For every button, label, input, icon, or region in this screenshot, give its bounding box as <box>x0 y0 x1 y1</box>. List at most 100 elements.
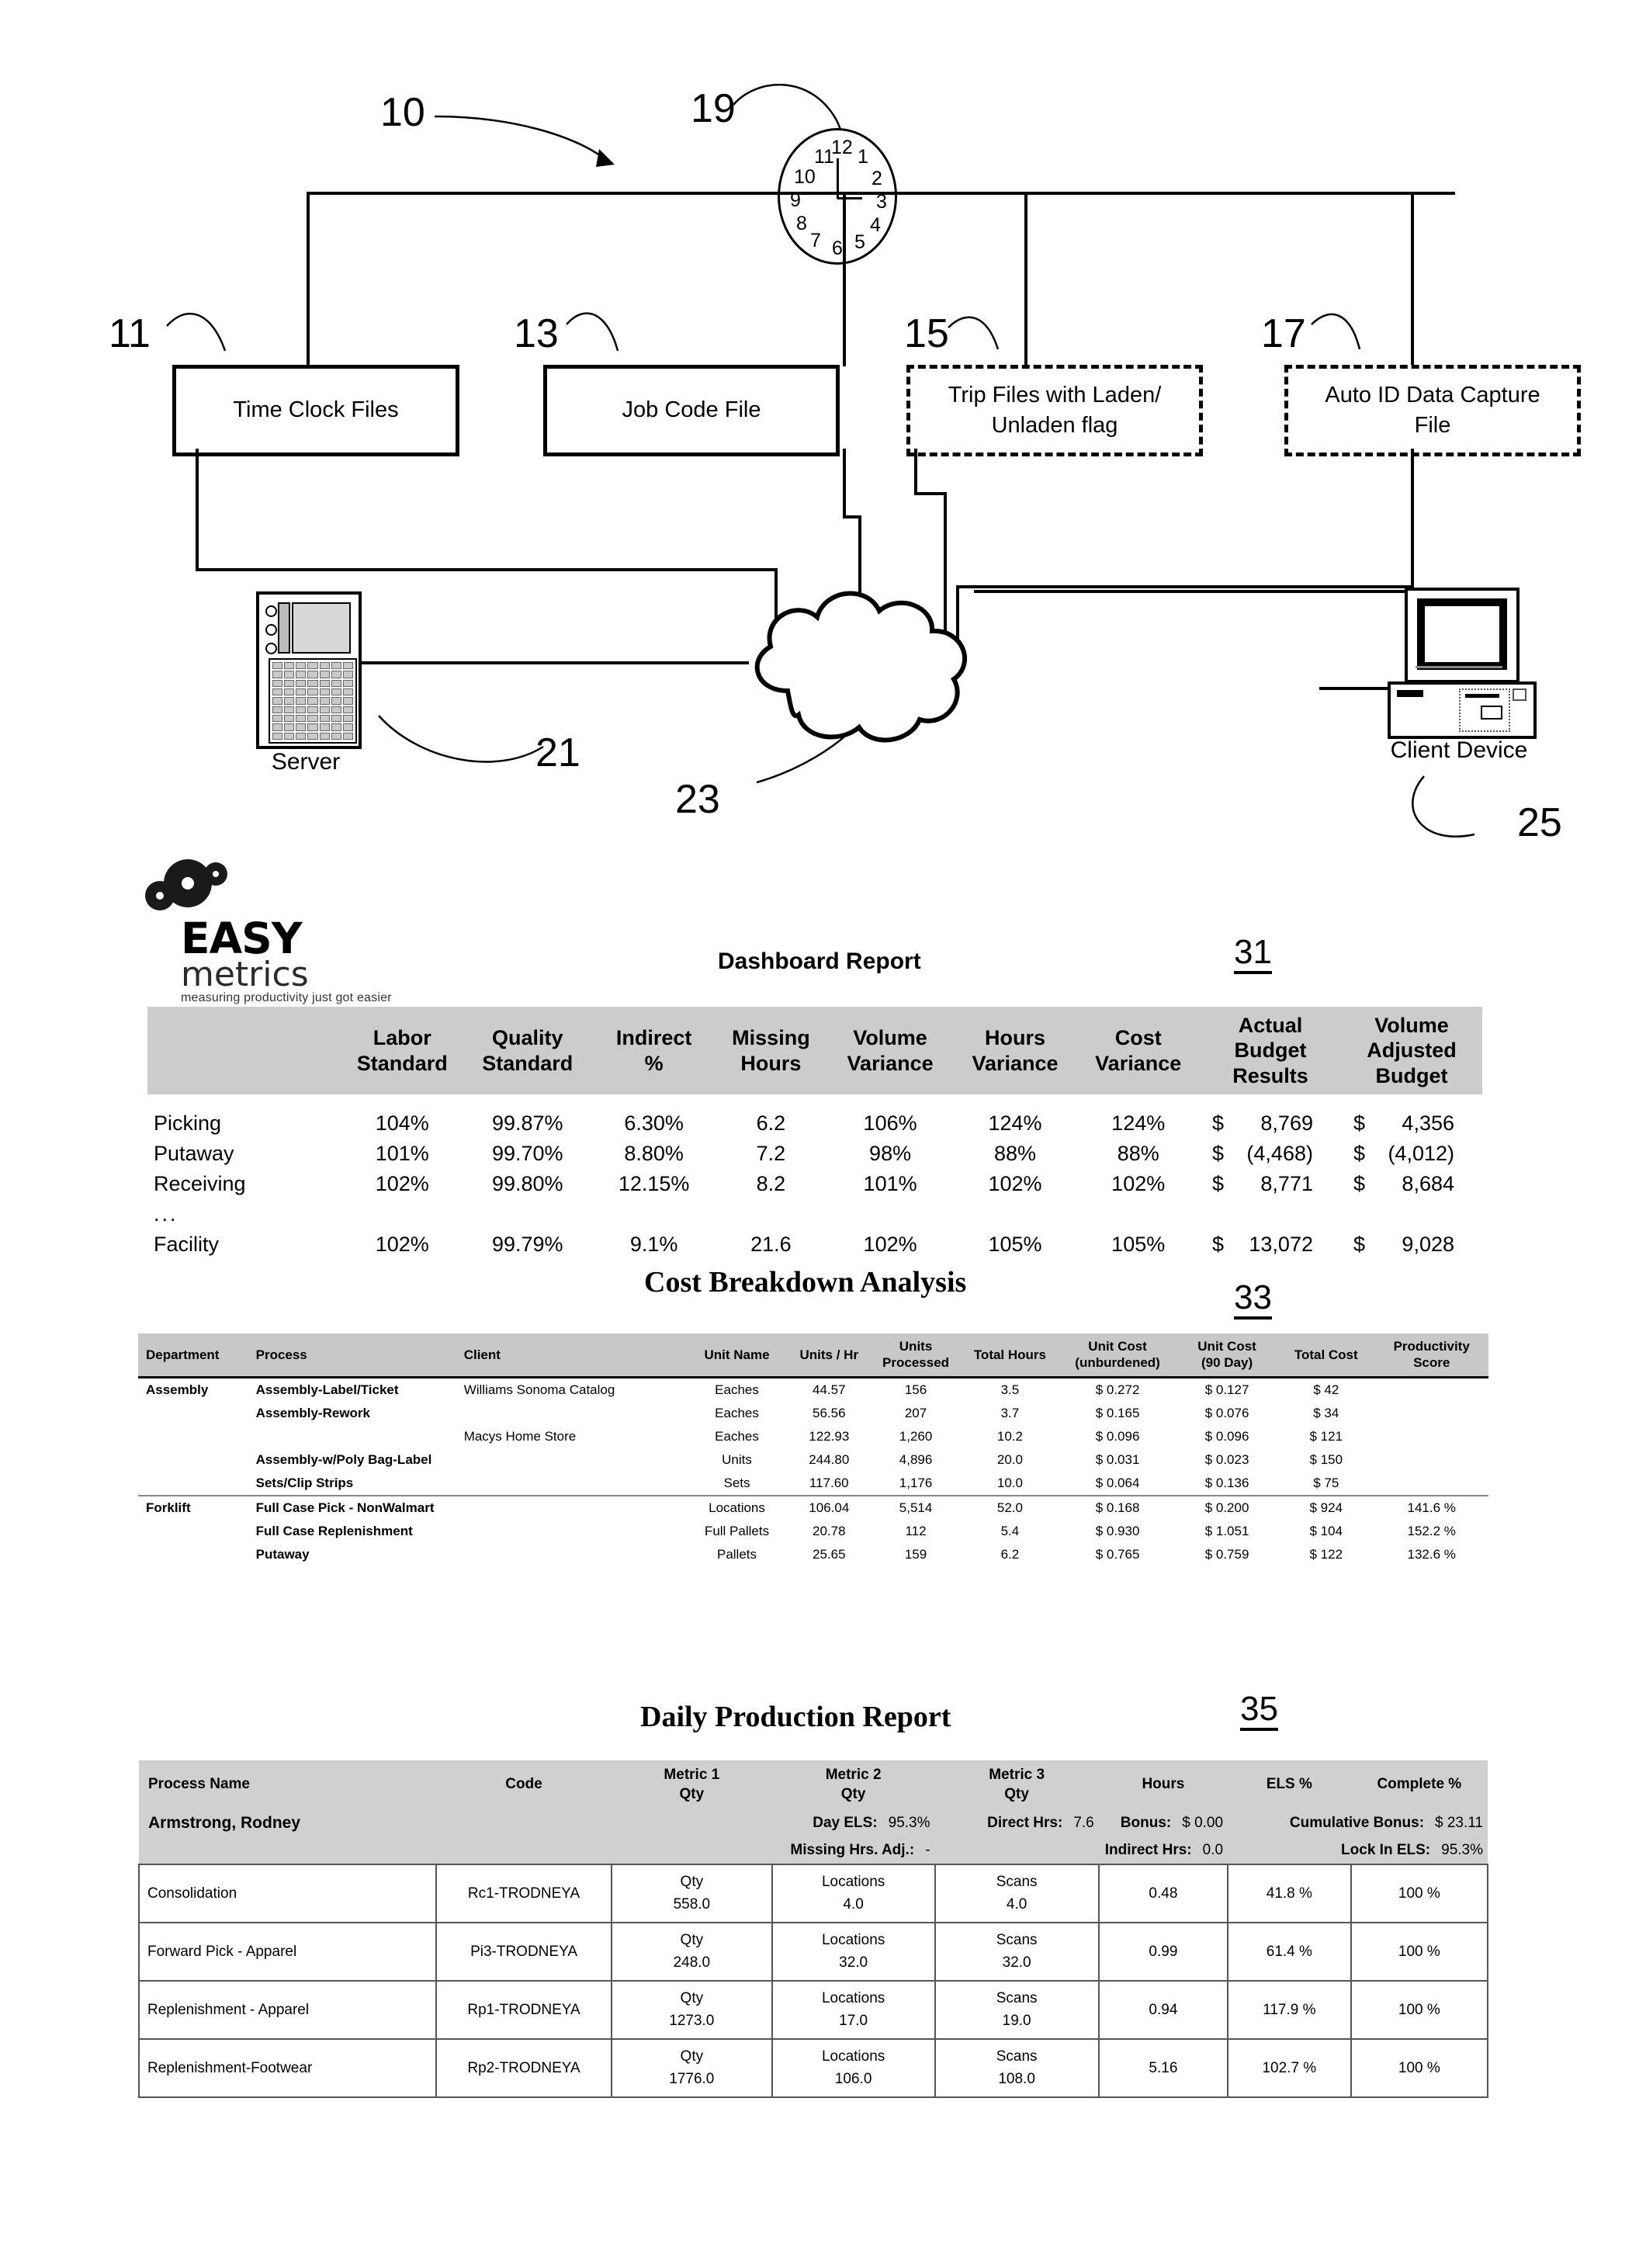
route-trip-right <box>914 492 947 495</box>
server-drive <box>272 714 283 723</box>
daily-production-table: Process Name Code Metric 1 Qty Metric 2 Qt… <box>137 1760 1489 2099</box>
dash-cell-missing: 8.2 <box>756 1172 786 1196</box>
dash-cell-currency-2: $ <box>1353 1172 1366 1196</box>
server-drive <box>319 706 330 713</box>
server-drive <box>319 732 330 740</box>
daily-cell-complete: 100 % <box>1350 1864 1489 1924</box>
dashboard-table-body: Picking 104% 99.87% 6.30% 6.2 106% 124% … <box>147 1094 1482 1260</box>
cost-cell-client <box>461 1472 686 1496</box>
server-drive <box>307 732 318 740</box>
ref-numeral-19: 19 <box>691 86 736 131</box>
day-els-label: Day ELS: <box>813 1815 878 1832</box>
server-drive-grid <box>269 658 357 744</box>
dash-cell-adjusted: (4,012) <box>1388 1142 1454 1166</box>
cost-cell-client <box>461 1448 686 1472</box>
server-drive <box>342 714 353 723</box>
daily-cell-code: Pi3-TRODNEYA <box>435 1922 612 1982</box>
server-drive <box>342 706 353 713</box>
clock-numeral-10: 10 <box>794 166 816 188</box>
cost-cell-uph: 20.78 <box>813 1523 846 1538</box>
server-drive <box>296 679 307 687</box>
box-job-code-file-label: Job Code File <box>622 397 761 423</box>
cost-cell-department <box>138 1425 253 1448</box>
clock-numeral-12: 12 <box>831 137 853 158</box>
dash-cell-currency-1: $ <box>1212 1233 1225 1257</box>
logo-gears-icon <box>144 858 400 918</box>
cost-breakdown-title: Cost Breakdown Analysis <box>644 1266 967 1299</box>
cost-cell-hours: 52.0 <box>996 1500 1023 1515</box>
dash-cell-currency-1: $ <box>1212 1111 1225 1136</box>
dash-cell-volvar: 106% <box>863 1111 917 1136</box>
server-drive <box>284 732 295 740</box>
cost-table-head: Department Process Client Unit Name Unit… <box>138 1333 1488 1377</box>
dash-cell-labor: 104% <box>375 1111 429 1136</box>
cost-col-unit-name: Unit Name <box>685 1333 788 1377</box>
box-auto-id-label-line2: File <box>1414 413 1451 438</box>
server-drive <box>284 671 295 678</box>
cost-cell-department <box>138 1543 253 1566</box>
cost-cell-unit-cost-90day: $ 0.076 <box>1204 1405 1249 1420</box>
server-drive <box>331 662 341 670</box>
cost-cell-uph: 244.80 <box>809 1451 850 1467</box>
server-drive <box>272 671 283 678</box>
cost-col-productivity-score: Productivity Score <box>1374 1333 1488 1377</box>
cost-cell-score: 141.6 % <box>1407 1500 1456 1515</box>
route-autoid-down <box>1411 449 1414 585</box>
branch-line-trip <box>1024 192 1027 366</box>
daily-cell-process: Replenishment - Apparel <box>137 1980 438 2041</box>
cost-cell-uph: 56.56 <box>813 1405 846 1420</box>
dash-cell-costvar: 88% <box>1117 1142 1159 1166</box>
server-drive <box>319 697 330 705</box>
cost-cell-client: Macys Home Store <box>463 1428 577 1444</box>
server-drive <box>272 662 283 670</box>
cost-cell-total-cost: $ 122 <box>1309 1546 1343 1562</box>
daily-cell-metric3: Scans 32.0 <box>934 1922 1100 1982</box>
server-drive <box>296 732 307 740</box>
server-drive <box>331 732 341 740</box>
missing-hrs-value: - <box>925 1842 930 1859</box>
cost-col-department: Department <box>138 1333 253 1377</box>
cost-cell-score <box>1374 1402 1488 1425</box>
dash-cell-indirect: 12.15% <box>618 1172 690 1196</box>
daily-cell-process: Forward Pick - Apparel <box>137 1922 438 1982</box>
daily-cell-hours: 5.16 <box>1097 2038 1229 2099</box>
daily-col-metric-2: Metric 2 Qty <box>771 1760 935 1810</box>
server-drive <box>342 697 353 705</box>
server-drive <box>307 714 318 723</box>
server-drive <box>342 723 353 731</box>
ref-numeral-25: 25 <box>1517 800 1562 845</box>
dash-cell-hoursvar: 102% <box>988 1172 1042 1196</box>
table-row: Consolidation Rc1-TRODNEYA Qty 558.0 Loca… <box>137 1864 1489 1924</box>
server-drive <box>272 679 283 687</box>
cost-breakdown-ref: 33 <box>1234 1281 1272 1320</box>
table-row: Assembly Assembly-Label/Ticket Williams … <box>138 1377 1488 1402</box>
cost-cell-units: 4,896 <box>899 1451 933 1467</box>
gear-small-icon <box>145 881 175 910</box>
daily-cell-hours: 0.48 <box>1097 1864 1229 1924</box>
server-drive <box>319 679 330 687</box>
cost-cell-unit-cost-unburdened: $ 0.272 <box>1095 1382 1140 1397</box>
cost-cell-department: Assembly <box>146 1382 209 1397</box>
employee-summary-row-2: Missing Hrs. Adj.: - Indirect Hrs: 0.0 L… <box>139 1837 1488 1865</box>
dash-cell-volvar: 98% <box>869 1142 912 1166</box>
cost-breakdown-table: Department Process Client Unit Name Unit… <box>138 1333 1488 1566</box>
daily-col-metric-3: Metric 3 Qty <box>934 1760 1099 1810</box>
cost-cell-unit: Pallets <box>716 1546 757 1562</box>
cost-cell-units: 156 <box>904 1382 927 1397</box>
server-icon <box>256 591 362 749</box>
patent-figure-page: 10 19 11 13 15 17 21 23 25 12 1 2 3 4 5 … <box>0 0 1646 2268</box>
server-drive <box>284 688 295 696</box>
cost-cell-total-cost: $ 34 <box>1313 1405 1339 1420</box>
cost-cell-score: 152.2 % <box>1407 1523 1456 1538</box>
cost-cell-score <box>1374 1448 1488 1472</box>
dash-cell-indirect: 9.1% <box>629 1233 678 1257</box>
server-drive <box>319 671 330 678</box>
daily-cell-process: Consolidation <box>137 1864 438 1924</box>
bonus-label: Bonus: <box>1120 1815 1172 1832</box>
server-drive <box>342 688 353 696</box>
cost-cell-client <box>461 1520 686 1543</box>
cost-cell-unit-cost-unburdened: $ 0.031 <box>1095 1451 1140 1467</box>
employee-bonus: Bonus: $ 0.00 <box>1098 1809 1228 1838</box>
dash-cell-labor: 101% <box>375 1142 429 1166</box>
cost-col-total-hours: Total Hours <box>961 1333 1059 1377</box>
